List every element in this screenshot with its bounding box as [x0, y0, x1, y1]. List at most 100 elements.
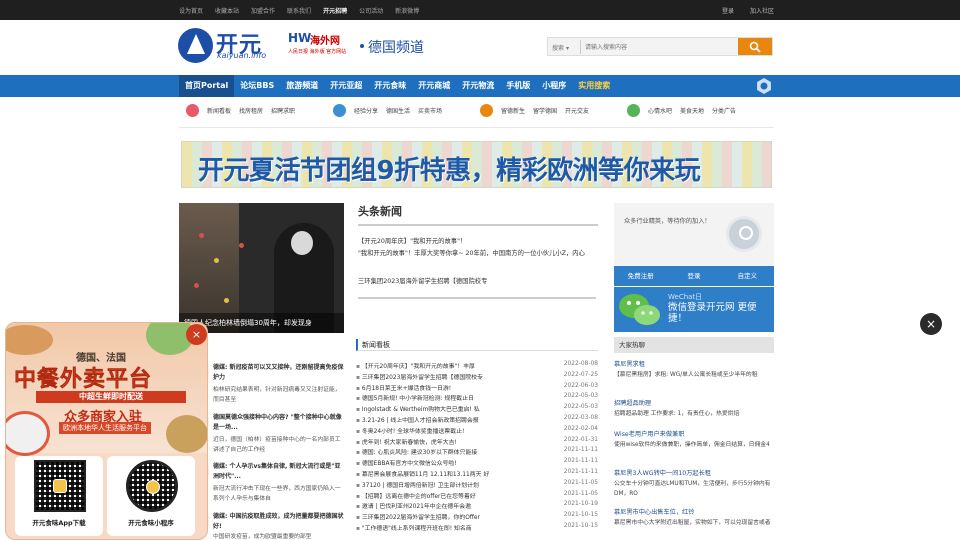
gear-icon[interactable]	[756, 78, 772, 94]
list-item[interactable]: 招聘超品助理 招聘超品助理 工作要求: 1，有责任心，热爱烘焙	[614, 398, 774, 419]
subnav-freshman[interactable]: 留德新生	[501, 106, 525, 115]
headline-item[interactable]: "我和开元的故事"！丰厚大奖等你拿~ 20年前，中国南方的一位小伙儿小Z，内心	[358, 248, 596, 260]
headline-item[interactable]: 【开元20周年庆】"我和开元的故事"！	[358, 236, 596, 248]
news-title-link[interactable]: 慕尼黑会展食品展销11月 12.11和13.11两天 好	[356, 469, 524, 478]
hot-item-title[interactable]: 慕尼黑求租	[614, 359, 774, 368]
headline-item[interactable]: 三环集团2023届海外留学生招聘【德国院校专	[358, 276, 596, 288]
news-title-link[interactable]: Ingolstadt & Wertheim购物大巴已重启! 私	[356, 404, 524, 413]
search-button[interactable]	[738, 38, 772, 55]
customize-button[interactable]: 自定义	[721, 266, 774, 286]
kaiyuan-logo-icon[interactable]	[178, 28, 213, 63]
nav-item-miniprogram[interactable]: 小程序	[536, 75, 572, 97]
top-link-cooperate[interactable]: 加盟合作	[251, 6, 275, 15]
subnav-food[interactable]: 美食天地	[680, 106, 704, 115]
login-link[interactable]: 登录	[722, 6, 734, 15]
news-title-link[interactable]: 三环集团2022届海外留学生招聘，你的Offer	[356, 512, 524, 521]
news-title-link[interactable]: 三环集团2023届海外留学生招聘【德国院校专	[356, 372, 524, 381]
hot-news-title[interactable]: 德媒: 个人孕示vs集体自律, 新冠大流行或是"亚洲时代"...	[213, 462, 346, 482]
nav-item-search[interactable]: 实用搜索	[572, 75, 616, 97]
subnav-life[interactable]: 德国生活	[386, 106, 410, 115]
nav-item-asia-market[interactable]: 开元亚超	[324, 75, 368, 97]
list-item[interactable]: 慕尼黑求租 【慕尼黑租房】求租: WG/单人公寓长租或至少半年的租	[614, 359, 774, 380]
overlay-close-icon[interactable]: ×	[920, 313, 942, 335]
table-row[interactable]: 德国: 心肌炎风险: 建议30岁以下群体只能接 2021-11-11	[356, 447, 598, 458]
nav-item-bbs[interactable]: 论坛BBS	[234, 75, 280, 97]
hot-item-title[interactable]: 慕尼黑市中心出售车位，红铃	[614, 507, 774, 516]
subnav-group-life: 经验分享 德国生活 买卖市场	[333, 104, 442, 117]
table-row[interactable]: 37120 | 德国日增两倍新冠! 卫生部计划计划 2021-11-05	[356, 480, 598, 491]
subnav-jobs[interactable]: 招聘求职	[271, 106, 295, 115]
table-row[interactable]: 虎年到! 祝大家新春愉快，虎年大吉! 2022-01-31	[356, 437, 598, 448]
haiwai-logo[interactable]: HW 海外网 人民日报 海外版 官方网站	[288, 31, 354, 59]
wechat-login-banner[interactable]: WeChat日 微信登录开元网 更便捷！	[614, 287, 774, 332]
news-title-link[interactable]: 冬奥24小时! 全球华体奖重播送票截止!	[356, 426, 524, 435]
news-title-link[interactable]: "工作德语"线上系列课程开班在即! 知名商	[356, 523, 524, 532]
list-item[interactable]: 慕尼黑市中心出售车位，红铃 慕尼黑市中心大学附近出租屋，实物如下，可以兑现留言或…	[614, 507, 774, 528]
table-row[interactable]: 3.21-26 | 线上中国人才招会新政策招聘会报 2022-03-08	[356, 415, 598, 426]
hot-item-title[interactable]: 慕尼黑3人WG转中一间10万起长租	[614, 468, 774, 477]
top-link-homepage[interactable]: 设为首页	[179, 6, 203, 15]
news-title-link[interactable]: 37120 | 德国日增两倍新冠! 卫生部计划计划	[356, 480, 524, 489]
subnav-friends[interactable]: 开元交友	[565, 106, 589, 115]
search-type-select[interactable]: 搜索	[552, 43, 569, 52]
nav-item-travel[interactable]: 旅游频道	[280, 75, 324, 97]
table-row[interactable]: 德国5月新规! 中小学新冠检测: 规程截止日 2022-05-03	[356, 393, 598, 404]
subnav-market[interactable]: 买卖市场	[418, 106, 442, 115]
subnav-classifieds[interactable]: 分类广告	[712, 106, 736, 115]
qr-card-app[interactable]: 开元食味App下载	[15, 456, 103, 536]
nav-item-mobile[interactable]: 手机版	[500, 75, 536, 97]
hot-item-title[interactable]: Wise老用户用户来做兼职	[614, 429, 774, 438]
list-item[interactable]: Wise老用户用户来做兼职 使用wise软件的来做兼职，操作简单，佣金日结算，日…	[614, 429, 774, 450]
subnav-housing[interactable]: 找房租房	[239, 106, 263, 115]
news-title-link[interactable]: 3.21-26 | 线上中国人才招会新政策招聘会报	[356, 415, 524, 424]
top-link-bookmark[interactable]: 收藏本站	[215, 6, 239, 15]
hot-news-title[interactable]: 德媒: 新冠疫苗可以又又接种，还刚留提高免疫保护力	[213, 363, 346, 383]
promo-banner[interactable]: 开元夏活节团组9折特惠，精彩欧洲等你来玩	[181, 141, 772, 188]
table-row[interactable]: 三环集团2022届海外留学生招聘，你的Offer 2021-10-15	[356, 512, 598, 523]
table-row[interactable]: 邀请 | 巴伐利亚州2021年中企在德年会邀 2021-10-19	[356, 501, 598, 512]
table-row[interactable]: 6月18日莱王米+爆活食钱一日游! 2022-06-03	[356, 383, 598, 394]
nav-item-food[interactable]: 开元食味	[368, 75, 412, 97]
news-title-link[interactable]: 德国: 心肌炎风险: 建议30岁以下群体只能接	[356, 447, 524, 456]
news-title-link[interactable]: 【开元20周年庆】"我和开元的故事"！丰厚	[356, 361, 524, 370]
news-title-link[interactable]: 6月18日莱王米+爆活食钱一日游!	[356, 383, 524, 392]
search-input[interactable]	[580, 40, 732, 54]
news-title-link[interactable]: 德国EBBA有官方中文微信公众号啦!	[356, 458, 524, 467]
subnav-mood[interactable]: 心情水吧	[648, 106, 672, 115]
nav-item-mall[interactable]: 开元商城	[412, 75, 456, 97]
list-item[interactable]: 慕尼黑3人WG转中一间10万起长租 公交车十分钟可直达LMU和TUM，生活便利，…	[614, 468, 774, 499]
table-row[interactable]: 冬奥24小时! 全球华体奖重播送票截止! 2022-02-04	[356, 426, 598, 437]
top-link-events[interactable]: 公司活动	[359, 6, 383, 15]
subnav-study[interactable]: 留学德国	[533, 106, 557, 115]
table-row[interactable]: 慕尼黑会展食品展销11月 12.11和13.11两天 好 2021-11-11	[356, 469, 598, 480]
table-row[interactable]: 三环集团2023届海外留学生招聘【德国院校专 2022-07-25	[356, 372, 598, 383]
hot-news-title[interactable]: 德媒: 中国抗疫取胜成效，成为把量都要把德国状好!	[213, 512, 346, 532]
register-button[interactable]: 免费注册	[614, 266, 667, 286]
ad-popup[interactable]: × 德国、法国 中餐外卖平台 中超生鲜即时配送 众多商家入驻 欧洲本地华人生活服…	[5, 322, 208, 540]
flower-icon	[224, 298, 229, 303]
table-row[interactable]: 【招聘】远离在德中企的offer已在您等着好 2021-11-05	[356, 491, 598, 502]
feature-image[interactable]: 德国人纪念柏林墙倒塌30周年，却发现身	[179, 203, 344, 333]
subnav-experience[interactable]: 经验分享	[354, 106, 378, 115]
qr-card-miniprogram[interactable]: 开元食味小程序	[107, 456, 195, 536]
hot-item-title[interactable]: 招聘超品助理	[614, 398, 774, 407]
news-title-link[interactable]: 德国5月新规! 中小学新冠检测: 规程截止日	[356, 393, 524, 402]
nav-item-logistics[interactable]: 开元物流	[456, 75, 500, 97]
hot-news-title[interactable]: 德国莫德众强接种中心内容? "整个接种中心就像是一场...	[213, 413, 346, 433]
login-button[interactable]: 登录	[667, 266, 720, 286]
top-link-weibo[interactable]: 新浪微博	[395, 6, 419, 15]
register-link[interactable]: 加入社区	[750, 6, 774, 15]
ad-close-icon[interactable]: ×	[186, 324, 207, 345]
table-row[interactable]: "工作德语"线上系列课程开班在即! 知名商 2021-10-15	[356, 523, 598, 534]
top-link-contact[interactable]: 联系我们	[287, 6, 311, 15]
table-row[interactable]: Ingolstadt & Wertheim购物大巴已重启! 私 2022-05-0…	[356, 404, 598, 415]
news-title-link[interactable]: 虎年到! 祝大家新春愉快，虎年大吉!	[356, 437, 524, 446]
login-message: 众多行业精英，等待你的加入！	[624, 218, 711, 225]
news-title-link[interactable]: 【招聘】远离在德中企的offer已在您等着好	[356, 491, 524, 500]
top-link-jobs[interactable]: 开元招聘	[323, 6, 347, 15]
table-row[interactable]: 【开元20周年庆】"我和开元的故事"！丰厚 2022-08-08	[356, 361, 598, 372]
subnav-news-board[interactable]: 新闻看板	[207, 106, 231, 115]
table-row[interactable]: 德国EBBA有官方中文微信公众号啦! 2021-11-11	[356, 458, 598, 469]
news-title-link[interactable]: 邀请 | 巴伐利亚州2021年中企在德年会邀	[356, 501, 524, 510]
nav-item-home[interactable]: 首页Portal	[179, 75, 235, 97]
